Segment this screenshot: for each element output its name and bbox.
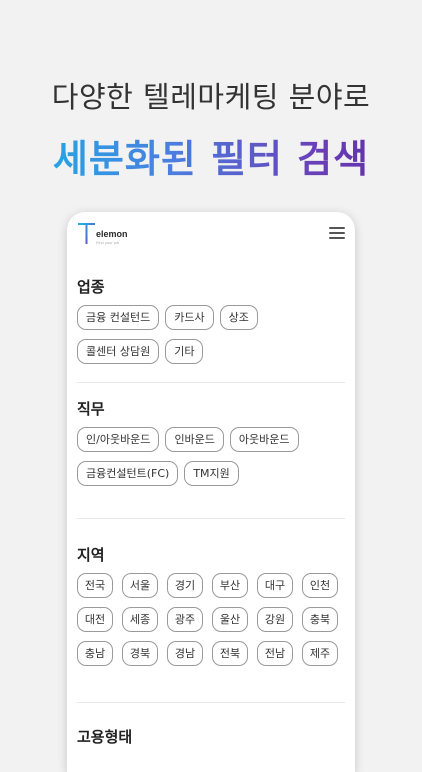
- industry-chip[interactable]: 금융 컨설턴드: [77, 305, 160, 330]
- region-chip[interactable]: 전국: [77, 573, 113, 598]
- hamburger-menu-icon[interactable]: [329, 227, 345, 240]
- region-chip[interactable]: 경북: [122, 641, 158, 666]
- industry-filter-title: 업종: [77, 278, 105, 296]
- logo-text: elemon: [96, 229, 128, 239]
- region-chip[interactable]: 전남: [257, 641, 293, 666]
- region-chip[interactable]: 경기: [167, 573, 203, 598]
- job-chip[interactable]: TM지원: [184, 461, 239, 486]
- section-divider: [77, 702, 345, 703]
- job-filter-title: 직무: [77, 400, 105, 418]
- industry-chip-list: 금융 컨설턴드 카드사 상조 콜센터 상담원 기타: [77, 305, 277, 364]
- promo-subhead: 세분화된 필터 검색: [0, 128, 422, 183]
- section-divider: [77, 382, 345, 383]
- employment-filter-title: 고용형태: [77, 728, 133, 746]
- region-chip[interactable]: 인천: [302, 573, 338, 598]
- region-filter-title: 지역: [77, 546, 105, 564]
- region-chip[interactable]: 서울: [122, 573, 158, 598]
- region-chip[interactable]: 부산: [212, 573, 248, 598]
- region-chip[interactable]: 제주: [302, 641, 338, 666]
- region-chip[interactable]: 경남: [167, 641, 203, 666]
- region-chip[interactable]: 세종: [122, 607, 158, 632]
- industry-chip[interactable]: 콜센터 상담원: [77, 339, 160, 364]
- job-chip[interactable]: 아웃바운드: [229, 427, 299, 452]
- region-chip[interactable]: 대전: [77, 607, 113, 632]
- industry-filter-section: 업종 금융 컨설턴드 카드사 상조 콜센터 상담원 기타: [77, 276, 345, 364]
- region-chip[interactable]: 충북: [302, 607, 338, 632]
- phone-screen: elemon Find your job 업종 금융 컨설턴드 카드사 상조 콜…: [67, 212, 355, 772]
- logo-tagline: Find your job: [96, 240, 120, 245]
- app-bar: elemon Find your job: [67, 212, 355, 258]
- industry-chip[interactable]: 카드사: [165, 305, 214, 330]
- job-filter-section: 직무 인/아웃바운드 인바운드 아웃바운드 금융컨설턴트(FC) TM지원: [77, 398, 345, 486]
- industry-chip[interactable]: 기타: [165, 339, 204, 364]
- job-chip-list: 인/아웃바운드 인바운드 아웃바운드 금융컨설턴트(FC) TM지원: [77, 427, 317, 486]
- region-filter-section: 지역 전국 서울 경기 부산 대구 인천 대전 세종 광주 울산 강원 충북 충…: [77, 544, 345, 666]
- region-chip[interactable]: 울산: [212, 607, 248, 632]
- region-chip[interactable]: 충남: [77, 641, 113, 666]
- industry-chip[interactable]: 상조: [219, 305, 258, 330]
- telemon-logo[interactable]: elemon Find your job: [77, 222, 147, 250]
- section-divider: [77, 518, 345, 519]
- job-chip[interactable]: 인/아웃바운드: [77, 427, 160, 452]
- region-chip[interactable]: 강원: [257, 607, 293, 632]
- region-chip[interactable]: 광주: [167, 607, 203, 632]
- region-chip[interactable]: 전북: [212, 641, 248, 666]
- region-chip[interactable]: 대구: [257, 573, 293, 598]
- promo-headline: 다양한 텔레마케팅 분야로: [51, 80, 371, 114]
- region-chip-grid: 전국 서울 경기 부산 대구 인천 대전 세종 광주 울산 강원 충북 충남 경…: [77, 573, 345, 666]
- job-chip[interactable]: 인바운드: [165, 427, 224, 452]
- telemon-t-logo-icon: [78, 223, 95, 244]
- job-chip[interactable]: 금융컨설턴트(FC): [77, 461, 179, 486]
- employment-filter-section: 고용형태: [77, 726, 345, 755]
